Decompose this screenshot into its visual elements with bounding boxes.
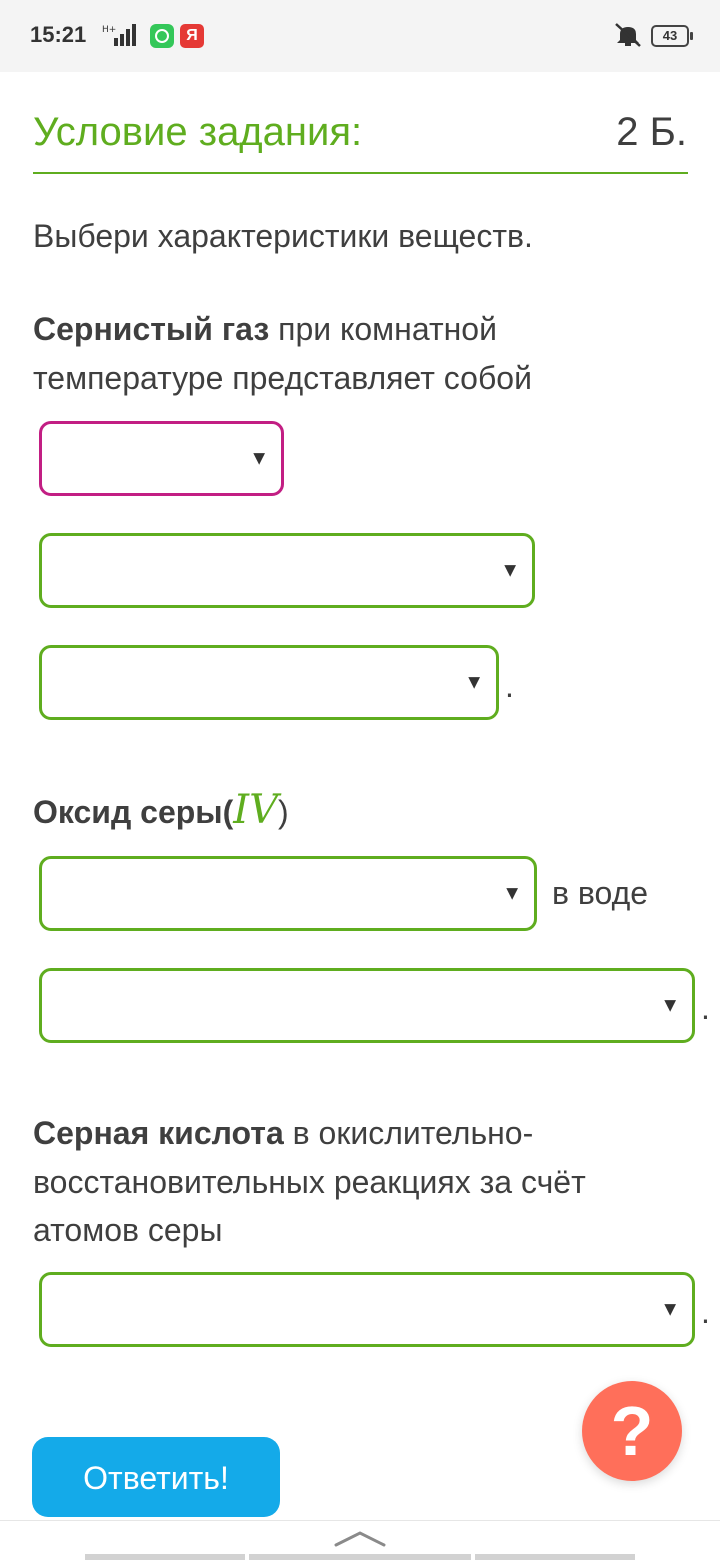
page-title: Условие задания: xyxy=(33,110,363,154)
question-2-roman: IV xyxy=(233,787,278,833)
header-divider xyxy=(33,172,688,174)
signal-icon: H+ xyxy=(102,24,136,46)
question-1-text-1: при комнатной xyxy=(269,311,497,347)
dropdown-arrow-icon: ▼ xyxy=(500,559,520,581)
question-2-line: Оксид серы(IV) xyxy=(33,786,289,836)
question-1-subject: Сернистый газ xyxy=(33,311,270,347)
dropdown-arrow-icon: ▼ xyxy=(464,671,484,693)
bottom-indicator-right xyxy=(475,1554,635,1560)
period-3: . xyxy=(701,1294,710,1330)
network-type-label: H+ xyxy=(102,25,116,35)
dropdown-arrow-icon: ▼ xyxy=(660,994,680,1016)
period-2: . xyxy=(701,990,710,1026)
help-button[interactable]: ? xyxy=(582,1381,682,1481)
score-label: 2 Б. xyxy=(616,110,687,154)
answer-button[interactable]: Ответить! xyxy=(32,1437,280,1517)
question-3-line-1: Серная кислота в окислительно- xyxy=(33,1109,533,1157)
dropdown-arrow-icon: ▼ xyxy=(249,447,269,469)
dropdown-arrow-icon: ▼ xyxy=(660,1298,680,1320)
question-3-text-1: в окислительно- xyxy=(283,1115,534,1151)
question-2-subject: Оксид серы( xyxy=(33,794,234,830)
question-3-text-2: восстановительных реакциях за счёт xyxy=(33,1164,586,1200)
status-bar: 15:21 H+ Я 43 xyxy=(0,0,720,72)
question-3-subject: Серная кислота xyxy=(33,1115,284,1151)
bottom-indicator-center xyxy=(249,1554,471,1560)
q1-select-3[interactable]: ▼ xyxy=(39,645,499,720)
question-2-close: ) xyxy=(277,794,289,830)
q1-select-2[interactable]: ▼ xyxy=(39,533,535,608)
question-3-text-3: атомов серы xyxy=(33,1212,223,1248)
status-time: 15:21 xyxy=(30,22,87,47)
instruction-text: Выбери характеристики веществ. xyxy=(33,218,533,254)
question-1-text-2: температуре представляет собой xyxy=(33,360,532,396)
question-1-line-1: Сернистый газ при комнатной xyxy=(33,305,497,353)
sync-app-icon xyxy=(150,24,174,48)
q2-select-1[interactable]: ▼ xyxy=(39,856,537,931)
yandex-app-icon: Я xyxy=(180,24,204,48)
q3-select-1[interactable]: ▼ xyxy=(39,1272,695,1347)
question-2-suffix: в воде xyxy=(552,875,649,911)
q1-select-1[interactable]: ▼ xyxy=(39,421,284,496)
chevron-up-icon[interactable] xyxy=(334,1525,386,1549)
mute-icon xyxy=(615,23,641,47)
q2-select-2[interactable]: ▼ xyxy=(39,968,695,1043)
period-1: . xyxy=(505,668,514,704)
bottom-indicator-left xyxy=(85,1554,245,1560)
battery-icon: 43 xyxy=(651,25,693,47)
dropdown-arrow-icon: ▼ xyxy=(502,882,522,904)
